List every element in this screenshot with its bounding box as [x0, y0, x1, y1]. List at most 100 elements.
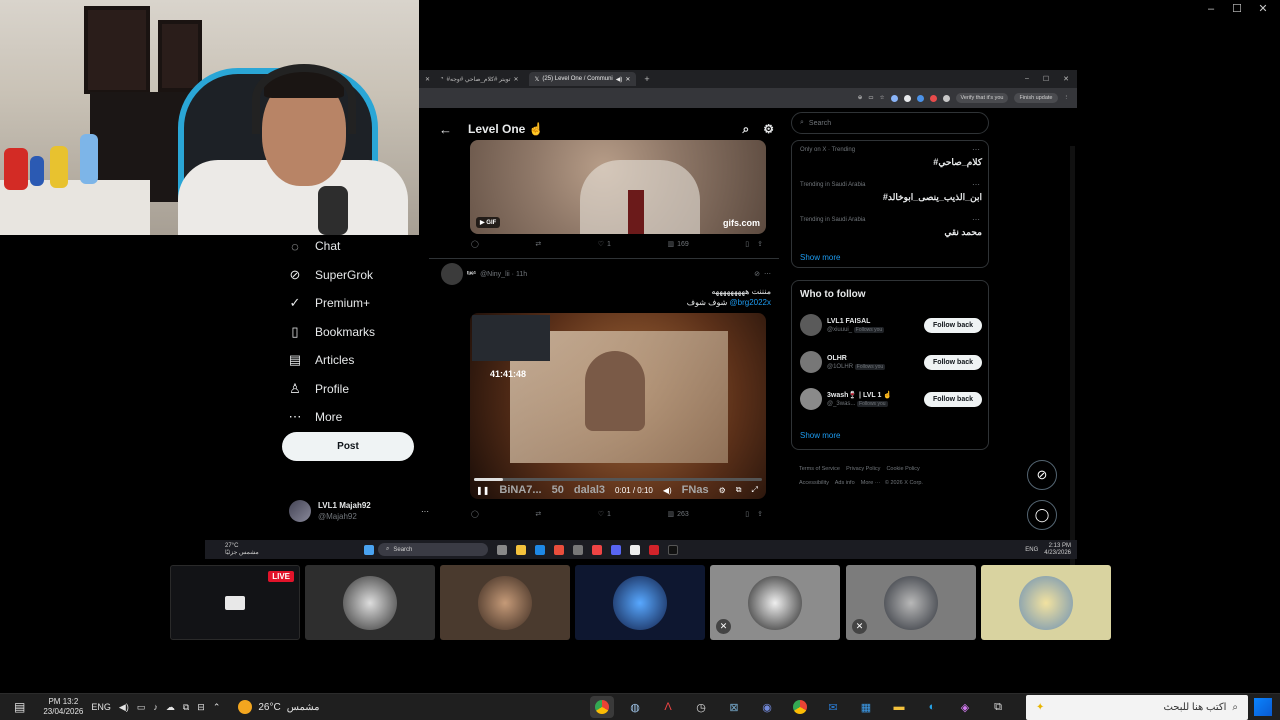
star-icon[interactable]: ☆	[880, 95, 885, 101]
video-player[interactable]: 41:41:48 ❚❚ BiNA7... 50 dalal3 0:01 / 0:…	[470, 313, 766, 499]
extension-icon[interactable]	[916, 94, 924, 102]
show-more-link[interactable]: Show more	[800, 253, 840, 262]
footer-link[interactable]: Ads info	[835, 480, 855, 486]
minimize-button[interactable]: –	[1025, 75, 1029, 83]
close-button[interactable]: ✕	[1252, 2, 1274, 16]
taskview-icon[interactable]: ⧉	[986, 696, 1010, 718]
participant-tile[interactable]: ✕	[846, 565, 976, 640]
footer-link[interactable]: Cookie Policy	[886, 466, 919, 472]
nav-item-articles[interactable]: ▤ Articles	[287, 346, 447, 375]
back-arrow-icon[interactable]: ←	[439, 122, 452, 137]
taskview-icon[interactable]	[497, 544, 507, 555]
reply-icon[interactable]: ◯	[471, 510, 479, 518]
extension-icon[interactable]	[929, 94, 937, 102]
store-icon[interactable]: ▦	[854, 696, 878, 718]
more-icon[interactable]: ⋯	[764, 270, 771, 278]
more-icon[interactable]: ⋯	[972, 145, 980, 154]
taskbar-search[interactable]: ✦ اكتب هنا للبحث ⌕	[1026, 694, 1248, 720]
captured-clock[interactable]: 2:13 PM 4/23/2026	[1044, 543, 1071, 557]
video-progress[interactable]	[474, 478, 762, 481]
share-icon[interactable]: ⇪	[757, 240, 763, 248]
extension-icon[interactable]	[942, 94, 950, 102]
windows-start-icon[interactable]	[1254, 698, 1272, 716]
tweet[interactable]: ᵗᵘᵉ¹ @Niny_lii · 11h ⊘ ⋯ منننت ههههههههه…	[441, 263, 771, 307]
participant-tile[interactable]: ✕	[710, 565, 840, 640]
bookmark-icon[interactable]: ▯	[745, 510, 749, 518]
app-icon[interactable]: Ʌ	[656, 696, 680, 718]
extension-icon[interactable]	[903, 94, 911, 102]
chrome-icon[interactable]	[590, 696, 614, 718]
post-button[interactable]: Post	[282, 432, 414, 461]
like-button[interactable]: ♡ 1	[598, 240, 611, 249]
notification-icon[interactable]: ▤	[14, 700, 25, 714]
more-icon[interactable]: ⋯	[972, 215, 980, 224]
messages-fab[interactable]: ◯	[1027, 500, 1057, 530]
search-icon[interactable]: ⌕	[743, 122, 750, 137]
discord-icon[interactable]	[611, 544, 621, 555]
minimize-button[interactable]: –	[1200, 2, 1222, 16]
bookmark-icon[interactable]: ▯	[745, 240, 749, 248]
retweet-icon[interactable]: ⇄	[535, 240, 541, 248]
follow-back-button[interactable]: Follow back	[923, 391, 982, 407]
zoom-icon[interactable]: ⊕	[858, 95, 863, 101]
trend-item[interactable]: Only on X · Trending ⋯ #كلام_صاحي	[800, 145, 982, 168]
views-count[interactable]: ▥ 263	[667, 510, 688, 519]
taskbar-clock[interactable]: PM 13:2 23/04/2026	[43, 697, 83, 717]
nav-item-chat[interactable]: ◌ Chat	[287, 232, 447, 261]
start-icon[interactable]	[364, 544, 374, 555]
captured-search[interactable]: ⌕ Search	[378, 543, 488, 556]
participant-tile[interactable]	[440, 565, 570, 640]
chrome-icon[interactable]	[554, 544, 564, 555]
participant-tile-screen[interactable]: LIVE	[170, 565, 300, 640]
account-switcher[interactable]: LVL1 Majah92 @Majah92 ···	[289, 500, 429, 522]
close-icon[interactable]: ✕	[425, 76, 430, 83]
nav-item-profile[interactable]: ♙ Profile	[287, 375, 447, 404]
retweet-icon[interactable]: ⇄	[535, 510, 541, 518]
taskbar-weather[interactable]: 26°C مشمس	[238, 700, 320, 714]
nav-item-more[interactable]: ⋯ More	[287, 403, 447, 432]
author-name[interactable]: ᵗᵘᵉ¹	[467, 271, 476, 278]
fullscreen-icon[interactable]: ⤢	[751, 485, 757, 495]
app-icon[interactable]: ⊠	[722, 696, 746, 718]
participant-tile[interactable]	[575, 565, 705, 640]
finish-update-button[interactable]: Finish update	[1014, 93, 1058, 103]
language-indicator[interactable]: ENG	[1025, 547, 1038, 553]
follow-suggestion[interactable]: LVL1 FAISAL @xiuuui_ Follows you Follow b…	[800, 311, 982, 339]
grok-fab[interactable]: ⊘	[1027, 460, 1057, 490]
more-icon[interactable]: ···	[421, 507, 429, 516]
avatar[interactable]	[800, 314, 822, 336]
footer-link[interactable]: Terms of Service	[799, 466, 840, 472]
show-more-link[interactable]: Show more	[800, 431, 840, 440]
grok-icon[interactable]: ⊘	[754, 270, 760, 278]
chrome-icon[interactable]	[788, 696, 812, 718]
more-icon[interactable]: ⋯	[972, 180, 980, 189]
discord-icon[interactable]: ◉	[755, 696, 779, 718]
avatar[interactable]	[800, 388, 822, 410]
tiktok-icon[interactable]	[630, 544, 640, 555]
close-button[interactable]: ✕	[1063, 75, 1069, 83]
browser-tab-active[interactable]: 𝕏 (25) Level One / Communi ◀) ✕	[528, 72, 637, 86]
avatar[interactable]	[800, 351, 822, 373]
participant-tile[interactable]	[305, 565, 435, 640]
participant-tile[interactable]	[981, 565, 1111, 640]
footer-link[interactable]: More ···	[861, 480, 881, 486]
nav-item-supergrok[interactable]: ⊘ SuperGrok	[287, 261, 447, 290]
follow-back-button[interactable]: Follow back	[923, 317, 982, 333]
browser-tab[interactable]: ◔ #تويتر #كلام_صاحي #وجه ✕	[434, 72, 525, 86]
menu-icon[interactable]: ⋮	[1064, 95, 1070, 101]
steam-icon[interactable]: ◍	[623, 696, 647, 718]
extension-icon[interactable]	[890, 94, 898, 102]
x-app-icon[interactable]	[668, 544, 678, 555]
reply-icon[interactable]: ◯	[471, 240, 479, 248]
app-icon[interactable]	[649, 544, 659, 555]
views-count[interactable]: ▥ 169	[667, 240, 688, 249]
close-icon[interactable]: ✕	[625, 76, 630, 83]
follow-suggestion[interactable]: 3wash🍷 | LVL 1 ☝️ @_3was... Follows you F…	[800, 385, 982, 413]
share-icon[interactable]: ⇪	[757, 510, 763, 518]
nav-item-bookmarks[interactable]: ▯ Bookmarks	[287, 318, 447, 347]
chevron-up-icon[interactable]: ⌃	[213, 702, 221, 713]
new-tab-button[interactable]: +	[644, 74, 649, 84]
footer-link[interactable]: Privacy Policy	[846, 466, 880, 472]
follow-back-button[interactable]: Follow back	[923, 354, 982, 370]
network-icon[interactable]: ⧉	[183, 702, 189, 713]
